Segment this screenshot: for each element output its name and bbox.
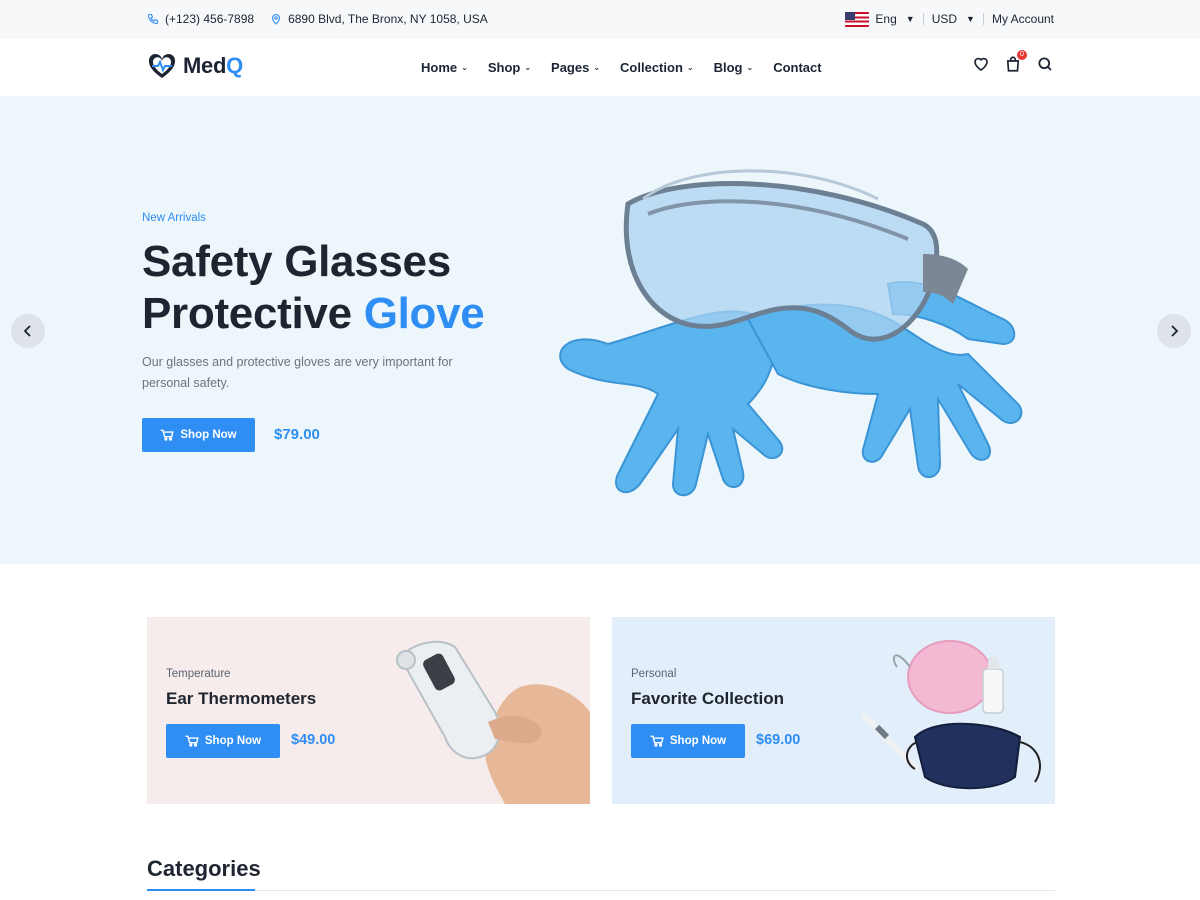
slider-next-button[interactable] — [1157, 314, 1191, 348]
promo-card-thermometer[interactable]: Temperature Ear Thermometers Shop Now $4… — [147, 617, 590, 804]
chevron-down-icon: ▼ — [966, 14, 975, 24]
promo-title: Ear Thermometers — [166, 689, 317, 708]
hero-description: Our glasses and protective gloves are ve… — [142, 355, 453, 390]
chevron-down-icon: ⌄ — [524, 62, 532, 72]
cart-count-badge: 0 — [1017, 50, 1027, 60]
logo[interactable]: MedQ — [147, 52, 243, 80]
chevron-down-icon: ⌄ — [593, 62, 601, 72]
cart-bag-icon[interactable]: 0 — [1004, 50, 1027, 73]
location-pin-icon — [270, 13, 282, 25]
hero-product-image — [559, 169, 1023, 497]
nav-pages[interactable]: Pages ⌄ — [551, 60, 600, 75]
address-text: 6890 Blvd, The Bronx, NY 1058, USA — [288, 12, 488, 26]
promo-title: Favorite Collection — [631, 689, 785, 708]
chevron-down-icon: ⌄ — [461, 62, 468, 72]
categories-divider — [147, 890, 1055, 891]
hero-shop-now-button[interactable]: Shop Now — [142, 418, 255, 452]
heart-pulse-logo-icon — [148, 53, 176, 78]
promo-price: $69.00 — [756, 732, 801, 748]
header-actions: 0 — [972, 50, 1054, 73]
slider-prev-button[interactable] — [11, 314, 45, 348]
categories-underline-accent — [147, 889, 255, 891]
chevron-down-icon: ▼ — [905, 14, 915, 24]
chevron-left-icon — [23, 325, 31, 337]
top-bar: (+123) 456-7898 6890 Blvd, The Bronx, NY… — [0, 0, 1200, 38]
main-header: MedQ Home ⌄ Shop ⌄ Pages ⌄ Collection ⌄ Blog… — [0, 38, 1200, 96]
phone-contact[interactable]: (+123) 456-7898 — [147, 12, 254, 26]
nav-collection[interactable]: Collection ⌄ — [620, 60, 694, 75]
address-contact: 6890 Blvd, The Bronx, NY 1058, USA — [270, 12, 488, 26]
hero-price: $79.00 — [274, 426, 320, 443]
phone-icon — [147, 13, 159, 25]
language-label: Eng — [875, 12, 897, 26]
promo-shop-now-button[interactable]: Shop Now — [631, 724, 745, 758]
hero-eyebrow: New Arrivals — [142, 212, 206, 224]
ear-thermometer-image — [396, 640, 590, 804]
logo-text: MedQ — [183, 53, 243, 78]
divider — [922, 13, 924, 25]
us-flag-icon — [845, 11, 870, 27]
currency-selector[interactable]: USD ▼ — [932, 12, 975, 26]
cart-icon — [185, 735, 199, 747]
chevron-down-icon: ⌄ — [746, 62, 754, 72]
promo-category: Temperature — [166, 668, 231, 680]
cart-icon — [160, 429, 175, 441]
personal-collection-image — [861, 640, 1041, 790]
main-nav: Home ⌄ Shop ⌄ Pages ⌄ Collection ⌄ Blog ⌄ Con… — [421, 38, 822, 96]
categories-heading: Categories — [147, 856, 261, 881]
phone-number: (+123) 456-7898 — [165, 12, 255, 26]
nav-home[interactable]: Home ⌄ — [421, 60, 468, 75]
nav-shop[interactable]: Shop ⌄ — [488, 60, 531, 75]
my-account-link[interactable]: My Account — [992, 12, 1054, 26]
chevron-down-icon: ⌄ — [686, 62, 694, 72]
promo-price: $49.00 — [291, 732, 336, 748]
search-icon[interactable] — [1036, 55, 1054, 73]
hero-slider: New Arrivals Safety Glasses Protective G… — [0, 96, 1200, 564]
promo-category: Personal — [631, 668, 677, 680]
promo-card-collection[interactable]: Personal Favorite Collection Shop Now $6… — [612, 617, 1055, 804]
hero-title: Safety Glasses Protective Glove — [142, 237, 485, 338]
language-selector[interactable]: Eng ▼ — [845, 11, 915, 27]
divider — [982, 13, 984, 25]
currency-label: USD — [931, 12, 958, 26]
chevron-right-icon — [1171, 325, 1179, 337]
nav-contact[interactable]: Contact — [773, 60, 821, 75]
nav-blog[interactable]: Blog ⌄ — [714, 60, 754, 75]
cart-icon — [650, 735, 664, 747]
wishlist-heart-icon[interactable] — [972, 55, 990, 73]
promo-shop-now-button[interactable]: Shop Now — [166, 724, 280, 758]
